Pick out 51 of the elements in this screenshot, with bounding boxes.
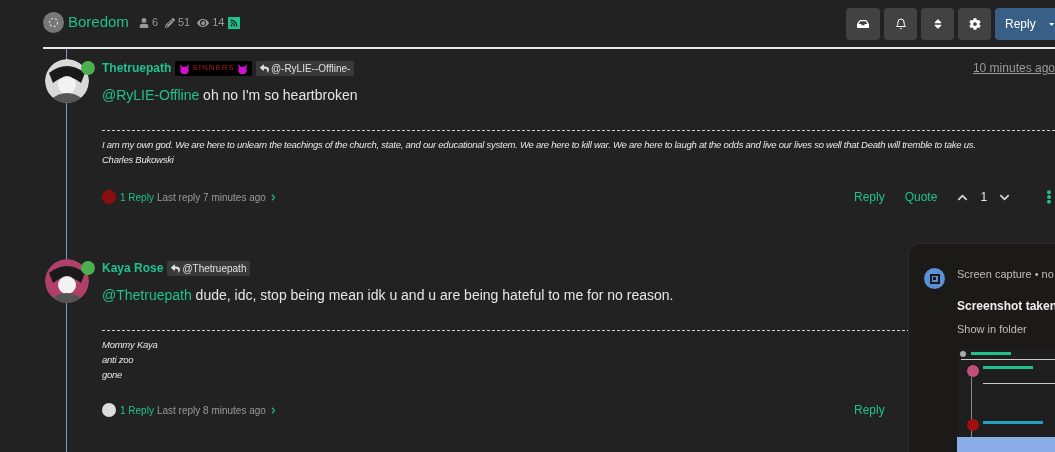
signature-line: anti zoo bbox=[102, 353, 135, 367]
reply-button[interactable]: Reply bbox=[854, 188, 885, 206]
reply-to-badge[interactable]: @-RyLIE--Offline- bbox=[255, 60, 355, 76]
last-reply-time: Last reply 8 minutes ago bbox=[156, 403, 266, 418]
sort-icon bbox=[932, 18, 943, 30]
inbox-icon bbox=[857, 18, 869, 30]
notification-bell-button[interactable] bbox=[884, 8, 917, 40]
user-mention[interactable]: @RyLIE-Offline bbox=[102, 87, 200, 103]
replies-link[interactable]: 1 Reply bbox=[120, 189, 154, 205]
author-name[interactable]: Kaya Rose bbox=[102, 259, 164, 277]
caret-icon bbox=[1047, 20, 1055, 28]
author-name[interactable]: Thetruepath bbox=[102, 59, 172, 77]
bell-icon bbox=[894, 18, 907, 30]
rss-icon[interactable] bbox=[227, 16, 240, 29]
screen-capture-icon bbox=[924, 268, 945, 289]
devil-icon bbox=[179, 62, 191, 74]
reply-to-badge[interactable]: @Thetruepath bbox=[167, 260, 251, 276]
quote-button[interactable]: Quote bbox=[904, 188, 938, 206]
view-count: 14 bbox=[212, 15, 225, 31]
signature-line: gone bbox=[102, 368, 124, 382]
poster-count: 6 bbox=[151, 15, 158, 31]
inbox-button[interactable] bbox=[846, 8, 880, 40]
user-mention[interactable]: @Thetruepath bbox=[102, 287, 192, 303]
topic-title: Boredom bbox=[68, 12, 129, 33]
replies-link[interactable]: 1 Reply bbox=[120, 402, 154, 418]
pencil-icon bbox=[165, 17, 175, 28]
more-options-icon bbox=[1046, 190, 1053, 204]
signature-line: Charles Bukowski bbox=[102, 153, 175, 167]
topic-loading-icon bbox=[43, 12, 64, 33]
signature-line: I am my own god. We are here to unlearn the teachings of the church, state, and our educational system. We are here to kill war. We are here to laugh at the odds and live our lives so well that Death will tremble to take us. bbox=[102, 138, 977, 152]
signature-line: Mommy Kaya bbox=[102, 338, 159, 352]
vote-count: 1 bbox=[980, 189, 988, 206]
chevron-right-icon bbox=[269, 406, 277, 414]
settings-button[interactable] bbox=[958, 8, 991, 40]
post-text: @RyLIE-Offline oh no I'm so heartbroken bbox=[102, 86, 359, 104]
eye-icon bbox=[197, 16, 210, 29]
reply-arrow-icon bbox=[171, 263, 181, 273]
reply-topic-button[interactable]: Reply bbox=[995, 8, 1055, 40]
user-icon bbox=[138, 17, 149, 28]
reply-arrow-icon bbox=[259, 63, 269, 73]
last-reply-time: Last reply 7 minutes ago bbox=[156, 190, 266, 205]
show-in-folder-link[interactable]: Show in folder bbox=[957, 320, 1055, 337]
post-time[interactable]: 10 minutes ago bbox=[972, 59, 1055, 77]
sort-button[interactable] bbox=[921, 8, 954, 40]
post-count: 51 bbox=[178, 15, 191, 31]
reply-button[interactable]: Reply bbox=[854, 401, 885, 419]
settings-icon bbox=[968, 18, 981, 30]
chevron-right-icon bbox=[269, 193, 277, 201]
notification-app-name: Screen capture • no bbox=[957, 267, 1055, 282]
replier-avatar-icon[interactable] bbox=[102, 403, 116, 417]
devil-icon bbox=[236, 62, 248, 74]
